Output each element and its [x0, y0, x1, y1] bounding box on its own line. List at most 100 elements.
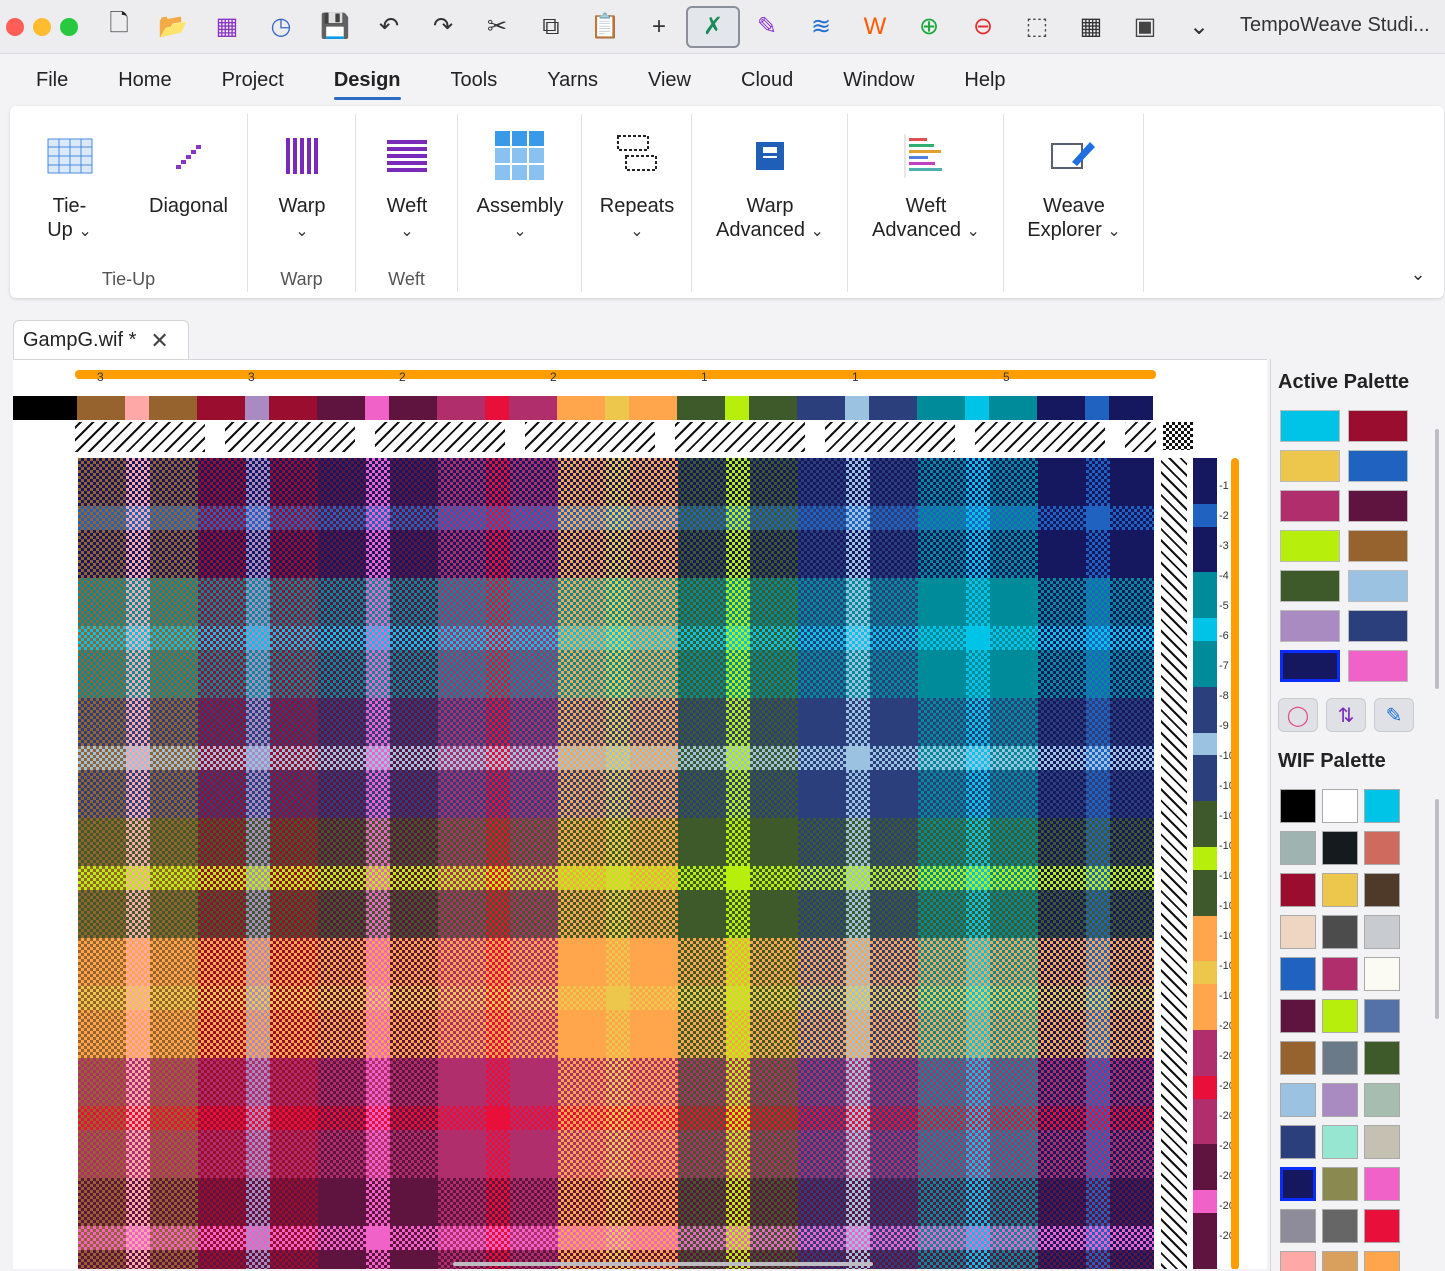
cloth-cell[interactable] [966, 890, 990, 938]
warp-color-cell[interactable] [629, 396, 677, 420]
zoom-out-icon[interactable]: ⊖ [956, 6, 1010, 48]
wif-palette-swatch[interactable] [1364, 1209, 1400, 1243]
cloth-cell[interactable] [486, 1010, 510, 1058]
cloth-cell[interactable] [78, 866, 126, 890]
cloth-cell[interactable] [726, 938, 750, 986]
cloth-cell[interactable] [270, 1250, 318, 1269]
open-folder-icon[interactable]: 📂 [146, 6, 200, 48]
cloth-cell[interactable] [870, 650, 918, 698]
cloth-cell[interactable] [798, 1178, 846, 1226]
ribbon-assembly-button[interactable]: Assembly ⌄ [458, 126, 582, 244]
cloth-cell[interactable] [390, 866, 438, 890]
cloth-cell[interactable] [78, 530, 126, 578]
cloth-cell[interactable] [678, 1058, 726, 1106]
cloth-cell[interactable] [798, 1058, 846, 1106]
cloth-cell[interactable] [390, 650, 438, 698]
wif-palette-swatch[interactable] [1280, 1167, 1316, 1201]
cloth-cell[interactable] [126, 1130, 150, 1178]
cloth-cell[interactable] [966, 698, 990, 746]
cloth-cell[interactable] [726, 986, 750, 1010]
cloth-cell[interactable] [366, 746, 390, 770]
cloth-cell[interactable] [1086, 698, 1110, 746]
cloth-cell[interactable] [246, 650, 270, 698]
cloth-cell[interactable] [630, 1178, 678, 1226]
cloth-cell[interactable] [870, 506, 918, 530]
cloth-cell[interactable] [630, 506, 678, 530]
weft-color-cell[interactable] [1193, 618, 1217, 641]
cloth-cell[interactable] [318, 506, 366, 530]
ribbon-collapse-chevron-icon[interactable]: ⌄ [1404, 260, 1432, 288]
cloth-cell[interactable] [750, 890, 798, 938]
cloth-cell[interactable] [918, 770, 966, 818]
cloth-cell[interactable] [318, 746, 366, 770]
cloth-cell[interactable] [246, 1226, 270, 1250]
cloth-cell[interactable] [630, 1130, 678, 1178]
cloth-cell[interactable] [486, 986, 510, 1010]
cloth-cell[interactable] [318, 626, 366, 650]
cloth-cell[interactable] [198, 506, 246, 530]
ribbon-diagonal-button[interactable]: Diagonal [129, 126, 248, 218]
cloth-cell[interactable] [558, 650, 606, 698]
weft-color-cell[interactable] [1193, 641, 1217, 687]
cloth-cell[interactable] [390, 890, 438, 938]
cloth-cell[interactable] [1038, 890, 1086, 938]
cloth-cell[interactable] [438, 1130, 486, 1178]
wif-palette-swatch[interactable] [1280, 873, 1316, 907]
cloth-cell[interactable] [630, 650, 678, 698]
cloth-cell[interactable] [1086, 890, 1110, 938]
cloth-cell[interactable] [270, 650, 318, 698]
cloth-cell[interactable] [726, 866, 750, 890]
wif-palette-swatch[interactable] [1322, 957, 1358, 991]
wif-palette-swatch[interactable] [1364, 915, 1400, 949]
cloth-cell[interactable] [150, 938, 198, 986]
cloth-cell[interactable] [966, 1226, 990, 1250]
cloth-cell[interactable] [150, 890, 198, 938]
cloth-cell[interactable] [1086, 746, 1110, 770]
cloth-cell[interactable] [510, 578, 558, 626]
cloth-cell[interactable] [1086, 506, 1110, 530]
warp-color-cell[interactable] [797, 396, 845, 420]
cloth-cell[interactable] [438, 530, 486, 578]
cloth-cell[interactable] [606, 818, 630, 866]
cloth-cell[interactable] [990, 650, 1038, 698]
cloth-cell[interactable] [198, 1010, 246, 1058]
cloth-cell[interactable] [678, 746, 726, 770]
weft-color-cell[interactable] [1193, 1190, 1217, 1213]
cloth-cell[interactable] [246, 530, 270, 578]
warp-color-cell[interactable] [245, 396, 269, 420]
cloth-cell[interactable] [1110, 1106, 1154, 1130]
cloth-cell[interactable] [966, 626, 990, 650]
cloth-cell[interactable] [750, 650, 798, 698]
active-palette-swatch[interactable] [1348, 530, 1408, 562]
cloth-cell[interactable] [678, 986, 726, 1010]
cloth-cell[interactable] [198, 1250, 246, 1269]
cloth-cell[interactable] [918, 1130, 966, 1178]
cloth-cell[interactable] [1038, 1058, 1086, 1106]
cloth-cell[interactable] [798, 1250, 846, 1269]
cloth-cell[interactable] [270, 506, 318, 530]
cloth-cell[interactable] [198, 1226, 246, 1250]
cloth-cell[interactable] [630, 746, 678, 770]
cloth-cell[interactable] [678, 770, 726, 818]
cloth-cell[interactable] [558, 1106, 606, 1130]
cloth-cell[interactable] [606, 530, 630, 578]
layout-grid-icon[interactable]: ▦ [1064, 6, 1118, 48]
undo-icon[interactable]: ↶ [362, 6, 416, 48]
cloth-cell[interactable] [678, 1130, 726, 1178]
cloth-cell[interactable] [318, 986, 366, 1010]
cloth-cell[interactable] [726, 818, 750, 866]
cloth-cell[interactable] [990, 1250, 1038, 1269]
cloth-cell[interactable] [846, 1106, 870, 1130]
cloth-cell[interactable] [678, 1178, 726, 1226]
ribbon-repeats-button[interactable]: Repeats ⌄ [582, 126, 692, 244]
cloth-cell[interactable] [150, 698, 198, 746]
cloth-cell[interactable] [318, 1226, 366, 1250]
cloth-cell[interactable] [990, 938, 1038, 986]
cloth-cell[interactable] [1086, 866, 1110, 890]
cloth-cell[interactable] [966, 1178, 990, 1226]
cloth-cell[interactable] [990, 1058, 1038, 1106]
cloth-cell[interactable] [198, 650, 246, 698]
cloth-cell[interactable] [198, 530, 246, 578]
cloth-cell[interactable] [726, 578, 750, 626]
cloth-cell[interactable] [846, 506, 870, 530]
